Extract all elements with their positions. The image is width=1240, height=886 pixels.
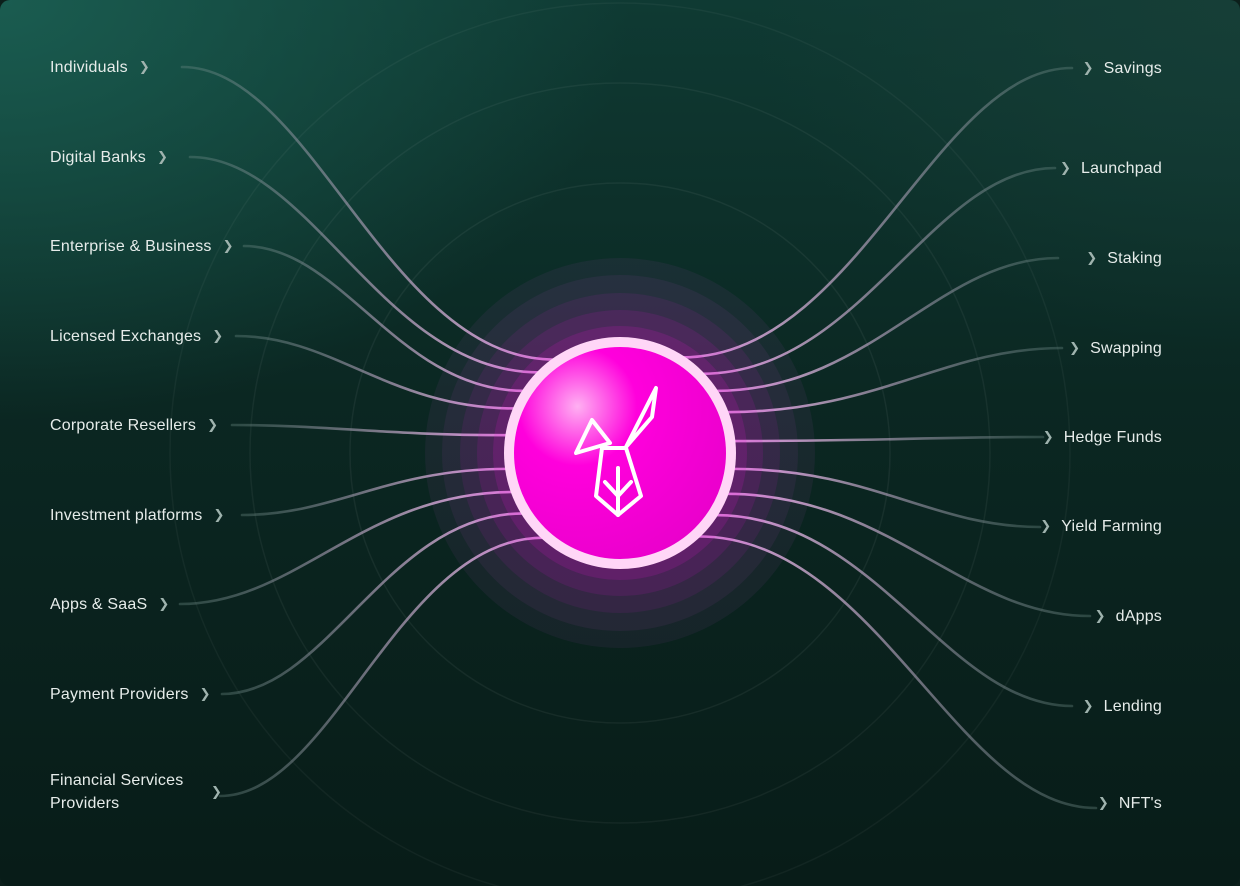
chevron-right-icon: ❯ — [1069, 340, 1081, 355]
item-label: NFT's — [1118, 794, 1162, 812]
left-item-investment-platforms[interactable]: Investment platforms ❯ — [50, 503, 224, 527]
right-item-savings[interactable]: ❯ Savings — [1083, 56, 1162, 80]
chevron-right-icon: ❯ — [1082, 698, 1094, 713]
item-label: Investment platforms — [50, 506, 203, 524]
left-item-financial-services-providers[interactable]: Financial Services Providers ❯ — [50, 768, 223, 816]
item-label: Savings — [1103, 59, 1162, 77]
chevron-right-icon: ❯ — [199, 686, 211, 701]
item-label: Financial Services Providers — [50, 772, 184, 812]
item-label: Apps & SaaS — [50, 595, 148, 613]
item-label: Lending — [1103, 697, 1162, 715]
item-label: Hedge Funds — [1063, 428, 1162, 446]
chevron-right-icon: ❯ — [1086, 250, 1098, 265]
right-item-hedge-funds[interactable]: ❯ Hedge Funds — [1043, 425, 1162, 449]
right-item-dapps[interactable]: ❯ dApps — [1095, 604, 1162, 628]
right-item-swapping[interactable]: ❯ Swapping — [1069, 336, 1162, 360]
item-label: Swapping — [1090, 339, 1162, 357]
chevron-right-icon: ❯ — [213, 507, 225, 522]
left-item-apps-saas[interactable]: Apps & SaaS ❯ — [50, 592, 170, 616]
chevron-right-icon: ❯ — [158, 596, 170, 611]
item-label: Corporate Resellers — [50, 416, 197, 434]
chevron-right-icon: ❯ — [1060, 160, 1072, 175]
item-label: Licensed Exchanges — [50, 327, 202, 345]
right-item-yield-farming[interactable]: ❯ Yield Farming — [1040, 514, 1162, 538]
chevron-right-icon: ❯ — [1040, 518, 1052, 533]
chevron-right-icon: ❯ — [138, 59, 150, 74]
chevron-right-icon: ❯ — [211, 784, 223, 799]
hub-core — [514, 347, 726, 559]
chevron-right-icon: ❯ — [212, 328, 224, 343]
chevron-right-icon: ❯ — [1097, 795, 1109, 810]
right-item-lending[interactable]: ❯ Lending — [1083, 694, 1162, 718]
item-label: Payment Providers — [50, 685, 189, 703]
item-label: Digital Banks — [50, 148, 146, 166]
left-item-enterprise-business[interactable]: Enterprise & Business ❯ — [50, 234, 234, 258]
item-label: dApps — [1115, 607, 1162, 625]
left-item-digital-banks[interactable]: Digital Banks ❯ — [50, 145, 169, 169]
item-label: Launchpad — [1081, 159, 1162, 177]
left-item-corporate-resellers[interactable]: Corporate Resellers ❯ — [50, 413, 219, 437]
item-label: Enterprise & Business — [50, 237, 212, 255]
chevron-right-icon: ❯ — [1082, 60, 1094, 75]
chevron-right-icon: ❯ — [207, 417, 219, 432]
right-item-staking[interactable]: ❯ Staking — [1086, 246, 1162, 270]
chevron-right-icon: ❯ — [222, 238, 234, 253]
item-label: Staking — [1107, 249, 1162, 267]
right-item-launchpad[interactable]: ❯ Launchpad — [1060, 156, 1162, 180]
item-label: Yield Farming — [1061, 517, 1162, 535]
chevron-right-icon: ❯ — [1042, 429, 1054, 444]
chevron-right-icon: ❯ — [156, 149, 169, 164]
left-item-individuals[interactable]: Individuals ❯ — [50, 55, 150, 79]
left-item-payment-providers[interactable]: Payment Providers ❯ — [50, 682, 210, 706]
chevron-right-icon: ❯ — [1094, 608, 1106, 623]
left-item-licensed-exchanges[interactable]: Licensed Exchanges ❯ — [50, 324, 224, 348]
hub-node[interactable] — [504, 337, 736, 569]
right-item-nfts[interactable]: ❯ NFT's — [1098, 791, 1162, 815]
diagram-canvas: Individuals ❯ Digital Banks ❯ Enterprise… — [0, 0, 1240, 886]
item-label: Individuals — [50, 58, 128, 76]
